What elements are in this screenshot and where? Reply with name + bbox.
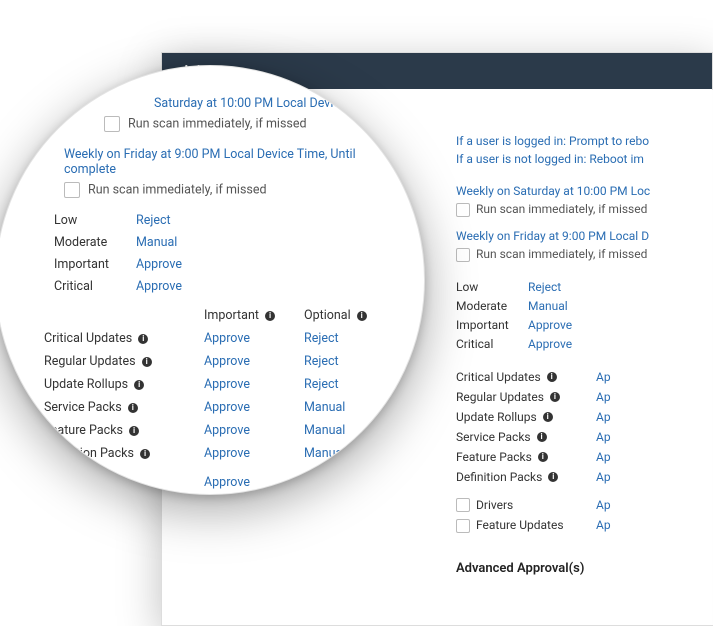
scan2-missed-label: Run scan immediately, if missed: [476, 247, 647, 261]
drivers-row: DriversAp: [456, 498, 692, 513]
info-icon[interactable]: i: [129, 426, 139, 436]
category-action[interactable]: Ap: [596, 470, 666, 484]
mag-cat-action[interactable]: Manual: [304, 400, 404, 415]
info-icon[interactable]: i: [543, 412, 553, 422]
mag-severity-row: ImportantApprove: [54, 257, 404, 272]
mag-cat-action[interactable]: Approve: [204, 400, 304, 415]
drivers-checkbox[interactable]: [456, 498, 470, 512]
advanced-approvals-heading: Advanced Approval(s): [456, 561, 692, 576]
info-icon[interactable]: i: [538, 452, 548, 462]
info-icon[interactable]: i: [140, 449, 150, 459]
info-icon[interactable]: i: [128, 403, 138, 413]
category-action[interactable]: Ap: [596, 390, 666, 404]
severity-action[interactable]: Approve: [528, 337, 572, 351]
mag-cat-action[interactable]: Reject: [304, 354, 404, 369]
mag-cat-row: Definition Packs iApproveManual: [44, 446, 404, 461]
mag-drivers-action[interactable]: Approve: [204, 475, 304, 491]
mag-scan1-label: Run scan immediately, if missed: [128, 116, 307, 131]
mag-cat-row: Critical Updates iApproveReject: [44, 331, 404, 346]
info-icon[interactable]: i: [134, 380, 144, 390]
mag-cat-action[interactable]: Approve: [204, 423, 304, 438]
severity-row: ImportantApprove: [456, 318, 692, 332]
mag-scan2[interactable]: Weekly on Friday at 9:00 PM Local Device…: [34, 147, 404, 177]
mag-cat-action[interactable]: Reject: [304, 331, 404, 346]
magnifier-overlay: Saturday at 10:00 PM Local Device Time, …: [0, 65, 425, 495]
mag-cat-action[interactable]: Approve: [204, 446, 304, 461]
mag-cat-action[interactable]: Manual: [304, 446, 404, 461]
severity-action[interactable]: Reject: [528, 280, 561, 294]
info-icon[interactable]: i: [265, 311, 275, 321]
scan1-missed-label: Run scan immediately, if missed: [476, 202, 647, 216]
mag-cat-action[interactable]: Approve: [204, 377, 304, 392]
mag-scan2-label: Run scan immediately, if missed: [88, 182, 267, 197]
mag-severity-row: CriticalApprove: [54, 279, 404, 294]
info-icon[interactable]: i: [547, 372, 557, 382]
mag-cat-action[interactable]: Approve: [204, 354, 304, 369]
mag-scan2-checkbox[interactable]: [64, 182, 80, 198]
mag-cat-action[interactable]: Reject: [304, 377, 404, 392]
mag-scan1[interactable]: Saturday at 10:00 PM Local Device Time, …: [34, 96, 404, 111]
category-action[interactable]: Ap: [596, 430, 666, 444]
info-icon[interactable]: i: [550, 392, 560, 402]
mag-severity-action[interactable]: Manual: [136, 235, 177, 250]
category-row: Feature Packs iAp: [456, 450, 692, 464]
mag-cat-row: Feature Packs iApproveManual: [44, 423, 404, 438]
drivers-action[interactable]: Ap: [596, 498, 666, 513]
mag-drivers-checkbox[interactable]: [64, 475, 80, 491]
mag-cat-action[interactable]: Manual: [304, 423, 404, 438]
mag-severity-action[interactable]: Reject: [136, 213, 171, 228]
mag-cat-row: Service Packs iApproveManual: [44, 400, 404, 415]
scan-schedule-2[interactable]: Weekly on Friday at 9:00 PM Local D: [456, 229, 692, 243]
mag-cat-action[interactable]: Approve: [204, 331, 304, 346]
reboot-not-logged-in[interactable]: If a user is not logged in: Reboot im: [456, 152, 692, 166]
category-row: Definition Packs iAp: [456, 470, 692, 484]
info-icon[interactable]: i: [548, 472, 558, 482]
info-icon[interactable]: i: [357, 311, 367, 321]
scan2-missed-checkbox[interactable]: [456, 248, 470, 262]
feature-updates-row: Feature UpdatesAp: [456, 518, 692, 533]
severity-action[interactable]: Approve: [528, 318, 572, 332]
mag-scan1-checkbox[interactable]: [104, 116, 120, 132]
severity-row: CriticalApprove: [456, 337, 692, 351]
category-action[interactable]: Ap: [596, 370, 666, 384]
category-row: Critical Updates iAp: [456, 370, 692, 384]
mag-drivers-row: DriversApprove: [44, 475, 404, 491]
mag-cat-header: Important i Optional i: [44, 308, 404, 323]
scan1-missed-checkbox[interactable]: [456, 203, 470, 217]
feature-updates-action[interactable]: Ap: [596, 518, 666, 533]
mag-severity-row: LowReject: [54, 213, 404, 228]
category-action[interactable]: Ap: [596, 450, 666, 464]
advanced-approvals-section: Advanced Approval(s): [182, 553, 692, 586]
category-row: Service Packs iAp: [456, 430, 692, 444]
severity-row: ModerateManual: [456, 299, 692, 313]
mag-cat-row: Update Rollups iApproveReject: [44, 377, 404, 392]
category-row: Regular Updates iAp: [456, 390, 692, 404]
scan-schedule-1[interactable]: Weekly on Saturday at 10:00 PM Loc: [456, 184, 692, 198]
info-icon[interactable]: i: [138, 334, 148, 344]
mag-cat-row: Regular Updates iApproveReject: [44, 354, 404, 369]
mag-severity-action[interactable]: Approve: [136, 257, 182, 272]
feature-updates-checkbox[interactable]: [456, 519, 470, 533]
category-action[interactable]: Ap: [596, 410, 666, 424]
info-icon[interactable]: i: [537, 432, 547, 442]
severity-action[interactable]: Manual: [528, 299, 568, 313]
mag-severity-row: ModerateManual: [54, 235, 404, 250]
reboot-logged-in[interactable]: If a user is logged in: Prompt to rebo: [456, 134, 692, 148]
mag-severity-action[interactable]: Approve: [136, 279, 182, 294]
category-row: Update Rollups iAp: [456, 410, 692, 424]
info-icon[interactable]: i: [142, 357, 152, 367]
severity-row: LowReject: [456, 280, 692, 294]
